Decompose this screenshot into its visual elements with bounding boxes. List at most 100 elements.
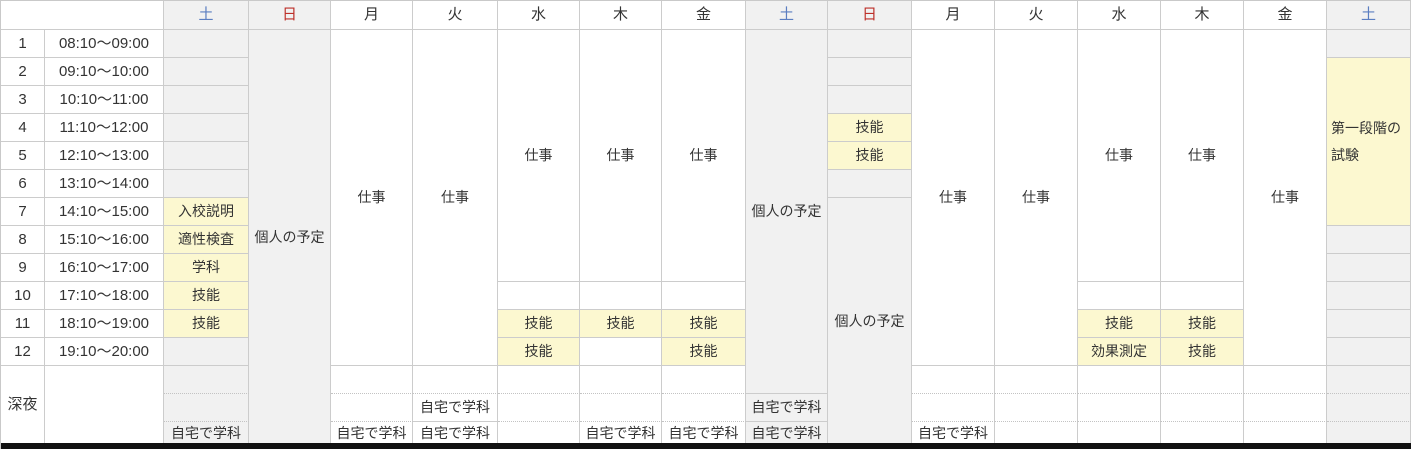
schedule-cell bbox=[828, 58, 912, 86]
period-row-number: 8 bbox=[1, 226, 45, 254]
schedule-cell bbox=[912, 366, 995, 394]
schedule-cell: 自宅で学科 bbox=[164, 422, 249, 444]
day-header: 日 bbox=[828, 1, 912, 30]
schedule-cell bbox=[1244, 422, 1327, 444]
period-row-number: 12 bbox=[1, 338, 45, 366]
schedule-cell: 効果測定 bbox=[1078, 338, 1161, 366]
schedule-cell bbox=[164, 338, 249, 366]
schedule-cell: 仕事 bbox=[1244, 30, 1327, 366]
period-row-number: 6 bbox=[1, 170, 45, 198]
schedule-cell: 個人の予定 bbox=[828, 198, 912, 444]
day-header: 月 bbox=[331, 1, 413, 30]
schedule-cell: 自宅で学科 bbox=[413, 422, 498, 444]
day-header: 日 bbox=[249, 1, 331, 30]
day-header: 水 bbox=[1078, 1, 1161, 30]
schedule-cell bbox=[580, 282, 662, 310]
schedule-cell bbox=[912, 394, 995, 422]
late-night-label: 深夜 bbox=[1, 366, 45, 444]
schedule-cell bbox=[580, 394, 662, 422]
schedule-cell: 技能 bbox=[498, 310, 580, 338]
schedule-board: 深夜 土日月火水木金土日月火水木金土108:10〜09:00209:10〜10:… bbox=[0, 0, 1411, 449]
schedule-cell bbox=[498, 282, 580, 310]
schedule-cell bbox=[1078, 282, 1161, 310]
period-row-number: 9 bbox=[1, 254, 45, 282]
day-header: 金 bbox=[662, 1, 746, 30]
late-night-time-cell bbox=[45, 366, 164, 444]
period-time: 19:10〜20:00 bbox=[45, 338, 164, 366]
schedule-cell bbox=[164, 114, 249, 142]
schedule-cell bbox=[1078, 422, 1161, 444]
schedule-cell: 仕事 bbox=[995, 30, 1078, 366]
day-header: 火 bbox=[413, 1, 498, 30]
schedule-cell bbox=[1161, 282, 1244, 310]
schedule-cell: 自宅で学科 bbox=[912, 422, 995, 444]
day-header: 土 bbox=[746, 1, 828, 30]
period-time: 10:10〜11:00 bbox=[45, 86, 164, 114]
schedule-cell: 技能 bbox=[828, 142, 912, 170]
period-time: 12:10〜13:00 bbox=[45, 142, 164, 170]
schedule-cell bbox=[580, 338, 662, 366]
period-time: 18:10〜19:00 bbox=[45, 310, 164, 338]
schedule-cell: 自宅で学科 bbox=[413, 394, 498, 422]
day-header: 金 bbox=[1244, 1, 1327, 30]
period-time: 08:10〜09:00 bbox=[45, 30, 164, 58]
schedule-cell: 仕事 bbox=[912, 30, 995, 366]
period-time: 13:10〜14:00 bbox=[45, 170, 164, 198]
schedule-cell: 技能 bbox=[580, 310, 662, 338]
schedule-cell bbox=[995, 366, 1078, 394]
period-time: 17:10〜18:00 bbox=[45, 282, 164, 310]
schedule-cell bbox=[498, 394, 580, 422]
schedule-cell bbox=[331, 366, 413, 394]
period-time: 16:10〜17:00 bbox=[45, 254, 164, 282]
schedule-cell: 技能 bbox=[1161, 338, 1244, 366]
day-header: 月 bbox=[912, 1, 995, 30]
period-time: 11:10〜12:00 bbox=[45, 114, 164, 142]
schedule-cell bbox=[1327, 366, 1411, 394]
schedule-cell: 仕事 bbox=[1078, 30, 1161, 282]
schedule-cell bbox=[995, 422, 1078, 444]
schedule-cell bbox=[1327, 282, 1411, 310]
schedule-cell: 自宅で学科 bbox=[331, 422, 413, 444]
schedule-cell bbox=[828, 86, 912, 114]
period-time: 14:10〜15:00 bbox=[45, 198, 164, 226]
period-time: 09:10〜10:00 bbox=[45, 58, 164, 86]
schedule-cell: 適性検査 bbox=[164, 226, 249, 254]
period-row-number: 4 bbox=[1, 114, 45, 142]
day-header: 土 bbox=[164, 1, 249, 30]
schedule-cell bbox=[1327, 422, 1411, 444]
schedule-cell: 仕事 bbox=[331, 30, 413, 366]
schedule-cell bbox=[1327, 310, 1411, 338]
schedule-cell: 技能 bbox=[1078, 310, 1161, 338]
schedule-cell bbox=[662, 366, 746, 394]
schedule-cell: 自宅で学科 bbox=[746, 422, 828, 444]
schedule-cell bbox=[498, 422, 580, 444]
schedule-cell: 自宅で学科 bbox=[746, 394, 828, 422]
period-row-number: 7 bbox=[1, 198, 45, 226]
schedule-cell: 技能 bbox=[662, 338, 746, 366]
schedule-cell bbox=[164, 86, 249, 114]
period-row-number: 5 bbox=[1, 142, 45, 170]
schedule-cell: 個人の予定 bbox=[746, 30, 828, 394]
schedule-grid: 深夜 土日月火水木金土日月火水木金土108:10〜09:00209:10〜10:… bbox=[1, 1, 1411, 444]
schedule-cell: 自宅で学科 bbox=[580, 422, 662, 444]
day-header: 土 bbox=[1327, 1, 1411, 30]
schedule-cell: 学科 bbox=[164, 254, 249, 282]
schedule-cell: 自宅で学科 bbox=[662, 422, 746, 444]
schedule-cell: 技能 bbox=[164, 282, 249, 310]
schedule-cell bbox=[1161, 422, 1244, 444]
schedule-cell bbox=[1078, 394, 1161, 422]
schedule-cell bbox=[164, 142, 249, 170]
schedule-cell bbox=[1327, 226, 1411, 254]
schedule-cell bbox=[331, 394, 413, 422]
schedule-cell bbox=[580, 366, 662, 394]
period-row-number: 1 bbox=[1, 30, 45, 58]
schedule-cell bbox=[1327, 30, 1411, 58]
schedule-cell: 技能 bbox=[662, 310, 746, 338]
schedule-cell bbox=[1327, 338, 1411, 366]
schedule-cell bbox=[828, 170, 912, 198]
schedule-cell bbox=[1161, 366, 1244, 394]
period-time: 15:10〜16:00 bbox=[45, 226, 164, 254]
schedule-cell bbox=[1327, 394, 1411, 422]
schedule-cell: 技能 bbox=[828, 114, 912, 142]
schedule-cell bbox=[995, 394, 1078, 422]
